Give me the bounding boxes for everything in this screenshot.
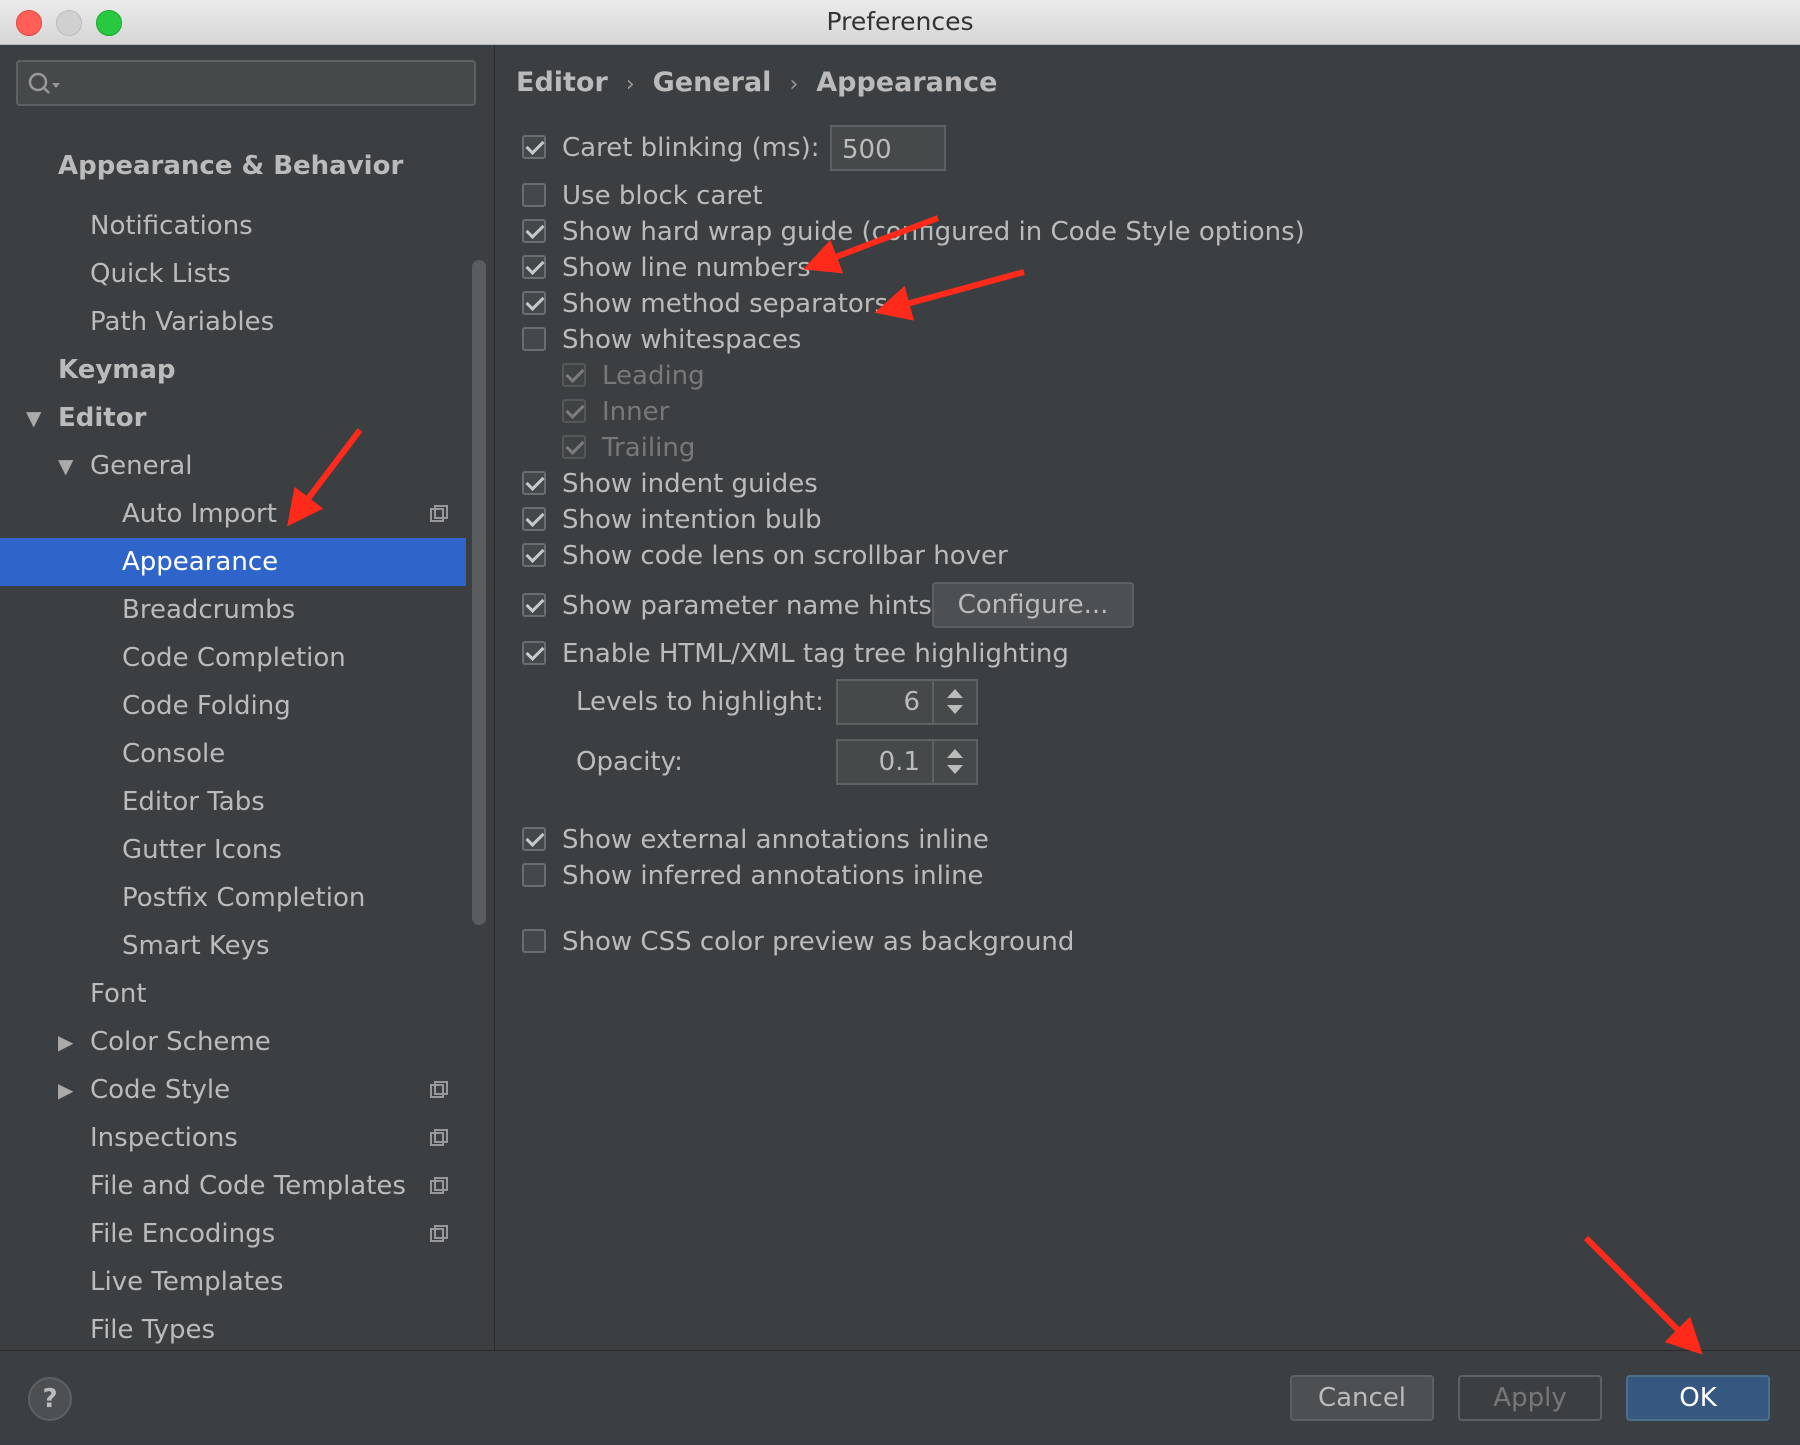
- tree-item-auto-import[interactable]: Auto Import: [0, 490, 466, 538]
- configure-button[interactable]: Configure...: [932, 582, 1134, 628]
- tree-item-breadcrumbs[interactable]: Breadcrumbs: [0, 586, 466, 634]
- project-level-icon: [430, 1177, 448, 1194]
- tree-item-code-completion[interactable]: Code Completion: [0, 634, 466, 682]
- external-annotations-checkbox[interactable]: [522, 827, 546, 851]
- breadcrumb-editor[interactable]: Editor: [516, 67, 608, 98]
- parameter-hints-checkbox[interactable]: [522, 593, 546, 617]
- appearance-settings-panel: Editor › General › Appearance Caret blinking…: [496, 45, 1800, 1350]
- hard-wrap-guide-checkbox[interactable]: [522, 219, 546, 243]
- settings-tree-sidebar: Appearance & Behavior Notifications Quic…: [0, 45, 495, 1350]
- help-button[interactable]: ?: [28, 1377, 72, 1421]
- tree-item-general[interactable]: ▼ General: [0, 442, 466, 490]
- tree-item-inspections[interactable]: Inspections: [0, 1114, 466, 1162]
- search-icon: [28, 72, 60, 94]
- spinner-arrows-icon[interactable]: [932, 681, 976, 723]
- opacity-spinner[interactable]: 0.1: [836, 739, 978, 785]
- block-caret-checkbox[interactable]: [522, 183, 546, 207]
- breadcrumb-separator-icon: ›: [789, 72, 799, 97]
- tree-item-quick-lists[interactable]: Quick Lists: [0, 250, 466, 298]
- whitespaces-checkbox[interactable]: [522, 327, 546, 351]
- indent-guides-checkbox[interactable]: [522, 471, 546, 495]
- opacity-label: Opacity:: [576, 747, 683, 777]
- ok-button[interactable]: OK: [1626, 1375, 1770, 1421]
- tag-tree-highlighting-checkbox[interactable]: [522, 641, 546, 665]
- tree-item-code-style[interactable]: ▶ Code Style: [0, 1066, 466, 1114]
- tree-item-appearance[interactable]: Appearance: [0, 538, 466, 586]
- tree-item-notifications[interactable]: Notifications: [0, 202, 466, 250]
- tree-item-live-templates[interactable]: Live Templates: [0, 1258, 466, 1306]
- code-lens-checkbox[interactable]: [522, 543, 546, 567]
- project-level-icon: [430, 1225, 448, 1242]
- tree-item-file-encodings[interactable]: File Encodings: [0, 1210, 466, 1258]
- breadcrumb: Editor › General › Appearance: [516, 59, 997, 107]
- tree-item-path-variables[interactable]: Path Variables: [0, 298, 466, 346]
- cancel-button[interactable]: Cancel: [1290, 1375, 1434, 1421]
- levels-to-highlight-label: Levels to highlight:: [576, 687, 824, 717]
- inner-checkbox: [562, 399, 586, 423]
- breadcrumb-separator-icon: ›: [625, 72, 635, 97]
- leading-checkbox: [562, 363, 586, 387]
- tree-item-smart-keys[interactable]: Smart Keys: [0, 922, 466, 970]
- line-numbers-checkbox[interactable]: [522, 255, 546, 279]
- method-separators-checkbox[interactable]: [522, 291, 546, 315]
- dialog-footer: ? Cancel Apply OK: [0, 1350, 1800, 1445]
- tree-item-postfix-completion[interactable]: Postfix Completion: [0, 874, 466, 922]
- css-color-preview-checkbox[interactable]: [522, 929, 546, 953]
- collapsed-arrow-icon[interactable]: ▶: [58, 1066, 73, 1114]
- levels-to-highlight-spinner[interactable]: 6: [836, 679, 978, 725]
- caret-blinking-checkbox[interactable]: [522, 135, 546, 159]
- tree-item-color-scheme[interactable]: ▶ Color Scheme: [0, 1018, 466, 1066]
- project-level-icon: [430, 505, 448, 522]
- tree-item-file-types[interactable]: File Types: [0, 1306, 466, 1350]
- tree-item-appearance-behavior[interactable]: Appearance & Behavior: [0, 142, 466, 190]
- tree-item-console[interactable]: Console: [0, 730, 466, 778]
- breadcrumb-appearance: Appearance: [816, 67, 998, 98]
- inferred-annotations-checkbox[interactable]: [522, 863, 546, 887]
- tree-item-editor-tabs[interactable]: Editor Tabs: [0, 778, 466, 826]
- title-bar: Preferences: [0, 0, 1800, 45]
- tree-item-editor[interactable]: ▼ Editor: [0, 394, 466, 442]
- tree-item-file-code-templates[interactable]: File and Code Templates: [0, 1162, 466, 1210]
- apply-button[interactable]: Apply: [1458, 1375, 1602, 1421]
- sidebar-scrollbar[interactable]: [472, 260, 486, 925]
- collapsed-arrow-icon[interactable]: ▶: [58, 1018, 73, 1066]
- breadcrumb-general[interactable]: General: [653, 67, 772, 98]
- tree-item-code-folding[interactable]: Code Folding: [0, 682, 466, 730]
- tree-item-font[interactable]: Font: [0, 970, 466, 1018]
- tree-item-gutter-icons[interactable]: Gutter Icons: [0, 826, 466, 874]
- tree-item-keymap[interactable]: Keymap: [0, 346, 466, 394]
- window-title: Preferences: [826, 7, 974, 36]
- spinner-arrows-icon[interactable]: [932, 741, 976, 783]
- expanded-arrow-icon[interactable]: ▼: [26, 394, 41, 442]
- expanded-arrow-icon[interactable]: ▼: [58, 442, 73, 490]
- intention-bulb-checkbox[interactable]: [522, 507, 546, 531]
- caret-blinking-ms-input[interactable]: 500: [830, 125, 946, 171]
- settings-search-input[interactable]: [16, 60, 476, 106]
- trailing-checkbox: [562, 435, 586, 459]
- project-level-icon: [430, 1081, 448, 1098]
- project-level-icon: [430, 1129, 448, 1146]
